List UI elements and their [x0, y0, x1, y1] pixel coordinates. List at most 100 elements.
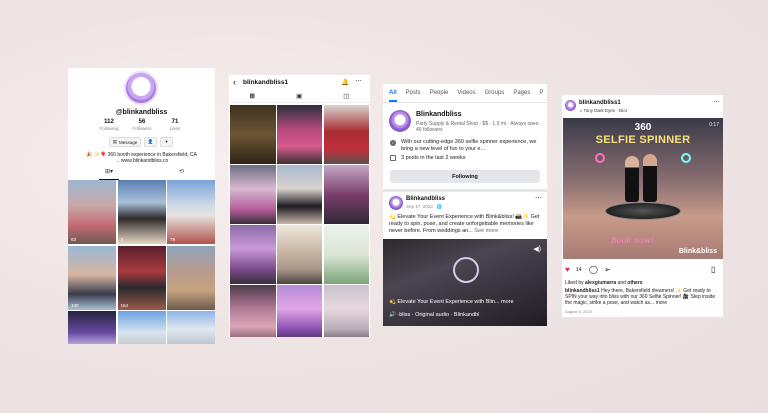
video-thumbnail[interactable] — [68, 311, 116, 344]
stat-followers[interactable]: 56 Followers — [127, 119, 157, 131]
post-thumbnail[interactable] — [323, 224, 370, 284]
views-count: 3 — [120, 237, 124, 242]
video-thumbnail[interactable] — [167, 311, 215, 344]
more-options-button[interactable]: ▾ — [160, 137, 173, 147]
tab-all[interactable]: All — [389, 90, 397, 102]
tab-videos[interactable]: Videos — [457, 90, 475, 96]
post-date: August 5, 2023 — [565, 309, 592, 314]
video-thumbnail[interactable]: 164 — [117, 245, 166, 310]
liked-by-others[interactable]: others — [627, 280, 642, 286]
search-tabs: All Posts People Videos Groups Pages P — [383, 84, 547, 103]
video-thumbnail[interactable]: 100 — [68, 245, 116, 310]
person-plus-icon: 👤 — [147, 139, 154, 144]
post-grid — [230, 105, 370, 337]
video-caption[interactable]: 💫 Elevate Your Event Experience with Bli… — [389, 299, 543, 305]
book-now-text: Book now! — [611, 236, 654, 245]
liked-by: Liked by alexgiumarra and others — [565, 280, 643, 286]
reels-tab-icon[interactable]: ▣ — [296, 92, 302, 102]
back-arrow-icon[interactable]: ‹ — [233, 78, 236, 87]
tiktok-profile-panel: @blinkandbliss 112 Following 56 Follower… — [68, 68, 215, 344]
instagram-post-panel: blinkandbliss1 ♫ Tony Dark Eyes · Dior ⋯… — [562, 95, 723, 317]
image-title-360: 360 — [634, 122, 652, 133]
tab-posts[interactable]: Posts — [406, 90, 421, 96]
post-thumbnail[interactable] — [230, 284, 276, 337]
grid-tab-icon[interactable]: ⊞▾ — [98, 168, 119, 180]
page-avatar[interactable] — [389, 110, 411, 132]
more-icon[interactable]: ⋯ — [713, 98, 720, 106]
tab-groups[interactable]: Groups — [485, 90, 505, 96]
image-title-selfie-spinner: SELFIE SPINNER — [595, 134, 691, 146]
repost-tab-icon[interactable]: ⟲ — [179, 168, 184, 180]
video-thumbnail[interactable]: 3 — [117, 180, 166, 244]
tab-pages[interactable]: Pages — [513, 90, 530, 96]
instagram-grid-panel: ‹ blinkandbliss1 🔔 ⋯ ⊞ ▣ ◫ — [229, 75, 370, 337]
stat-likes[interactable]: 71 Likes — [160, 119, 190, 131]
post-thumbnail[interactable] — [323, 164, 370, 224]
share-icon[interactable]: ➢ — [604, 265, 611, 274]
profile-actions: ▤ Message 👤 ▾ — [109, 137, 173, 147]
spinner-ring-graphic — [453, 257, 479, 283]
post-thumbnail[interactable] — [276, 284, 323, 337]
heart-icon[interactable]: ♥ — [565, 265, 570, 274]
views-count: 83 — [71, 237, 77, 242]
post-thumbnail[interactable] — [230, 164, 276, 224]
post-thumbnail[interactable] — [230, 224, 276, 284]
post-thumbnail[interactable] — [323, 105, 370, 164]
brand-watermark: Blink&bliss — [678, 248, 717, 255]
video-thumbnail[interactable] — [117, 311, 166, 344]
post-thumbnail[interactable] — [276, 224, 323, 284]
video-thumbnail[interactable]: 79 — [167, 180, 215, 244]
post-thumbnail[interactable] — [276, 105, 323, 164]
tab-partial[interactable]: P — [539, 90, 543, 96]
ring-light-graphic — [595, 153, 605, 163]
bookmark-icon[interactable]: ▯ — [711, 265, 715, 274]
speaker-icon[interactable]: ◀) — [533, 245, 541, 253]
post-username[interactable]: blinkandbliss1 — [579, 100, 621, 106]
more-icon[interactable]: ⋯ — [535, 194, 542, 202]
profile-bio: 🎉 ✨🎈 360 booth experience in Bakersfield… — [76, 152, 207, 164]
post-thumbnail[interactable] — [276, 164, 323, 224]
tagged-tab-icon[interactable]: ◫ — [343, 92, 349, 102]
song-label[interactable]: ♫ Tony Dark Eyes · Dior — [579, 108, 627, 113]
views-count: 79 — [170, 237, 176, 242]
comment-icon[interactable]: ◯ — [589, 265, 598, 274]
profile-handle: @blinkandbliss — [115, 109, 168, 116]
video-thumbnail[interactable] — [167, 245, 215, 310]
profile-avatar[interactable] — [124, 71, 158, 105]
page-name[interactable]: Blinkandbliss — [416, 111, 462, 118]
audio-label[interactable]: 🔊 ·bliss · Original audio · Blinkandbl — [389, 312, 479, 318]
post-thumbnail[interactable] — [230, 105, 276, 164]
see-more-link[interactable]: See more — [474, 228, 498, 234]
post-text: 💫 Elevate Your Event Experience with Bli… — [389, 214, 540, 234]
post-image[interactable]: 360 SELFIE SPINNER 0:17 Book now! Blink&… — [563, 118, 723, 259]
more-icon[interactable]: ⋯ — [355, 77, 362, 85]
stat-following[interactable]: 112 Following — [94, 119, 124, 131]
profile-link[interactable]: → www.blinkandbliss.co — [76, 158, 207, 164]
grid-tab-icon[interactable]: ⊞ — [250, 92, 255, 102]
profile-tabs: ⊞▾ ⟲ — [68, 168, 215, 180]
profile-tabs: ⊞ ▣ ◫ — [229, 92, 370, 103]
post-avatar[interactable] — [389, 196, 403, 210]
ring-light-graphic — [681, 153, 691, 163]
liked-by-user[interactable]: alexgiumarra — [585, 280, 616, 286]
page-info: i With our cutting-edge 360 selfie spinn… — [390, 139, 545, 153]
chevron-down-icon: ▾ — [165, 139, 168, 144]
post-author[interactable]: Blinkandbliss — [406, 196, 445, 202]
facebook-page-panel: All Posts People Videos Groups Pages P B… — [383, 84, 547, 326]
views-count: 100 — [71, 302, 79, 308]
post-date: Sep 17, 2023 · 🌐 — [406, 204, 443, 209]
posts-count: 3 posts in the last 2 weeks — [390, 155, 545, 161]
post-avatar[interactable] — [565, 100, 576, 111]
post-thumbnail[interactable] — [323, 284, 370, 337]
bell-icon[interactable]: 🔔 — [341, 78, 349, 86]
likes-count: 14 — [576, 267, 582, 273]
video-grid: 83 3 79 100 164 — [68, 180, 215, 344]
calendar-icon — [390, 155, 396, 161]
video-thumbnail[interactable]: 83 — [68, 180, 116, 244]
add-friend-button[interactable]: 👤 — [144, 137, 157, 147]
tab-people[interactable]: People — [430, 90, 449, 96]
post-video[interactable]: ◀) 💫 Elevate Your Event Experience with … — [383, 239, 547, 326]
message-button[interactable]: ▤ Message — [109, 137, 141, 147]
following-button[interactable]: Following — [390, 170, 540, 183]
profile-header: ‹ blinkandbliss1 🔔 ⋯ — [229, 75, 370, 90]
